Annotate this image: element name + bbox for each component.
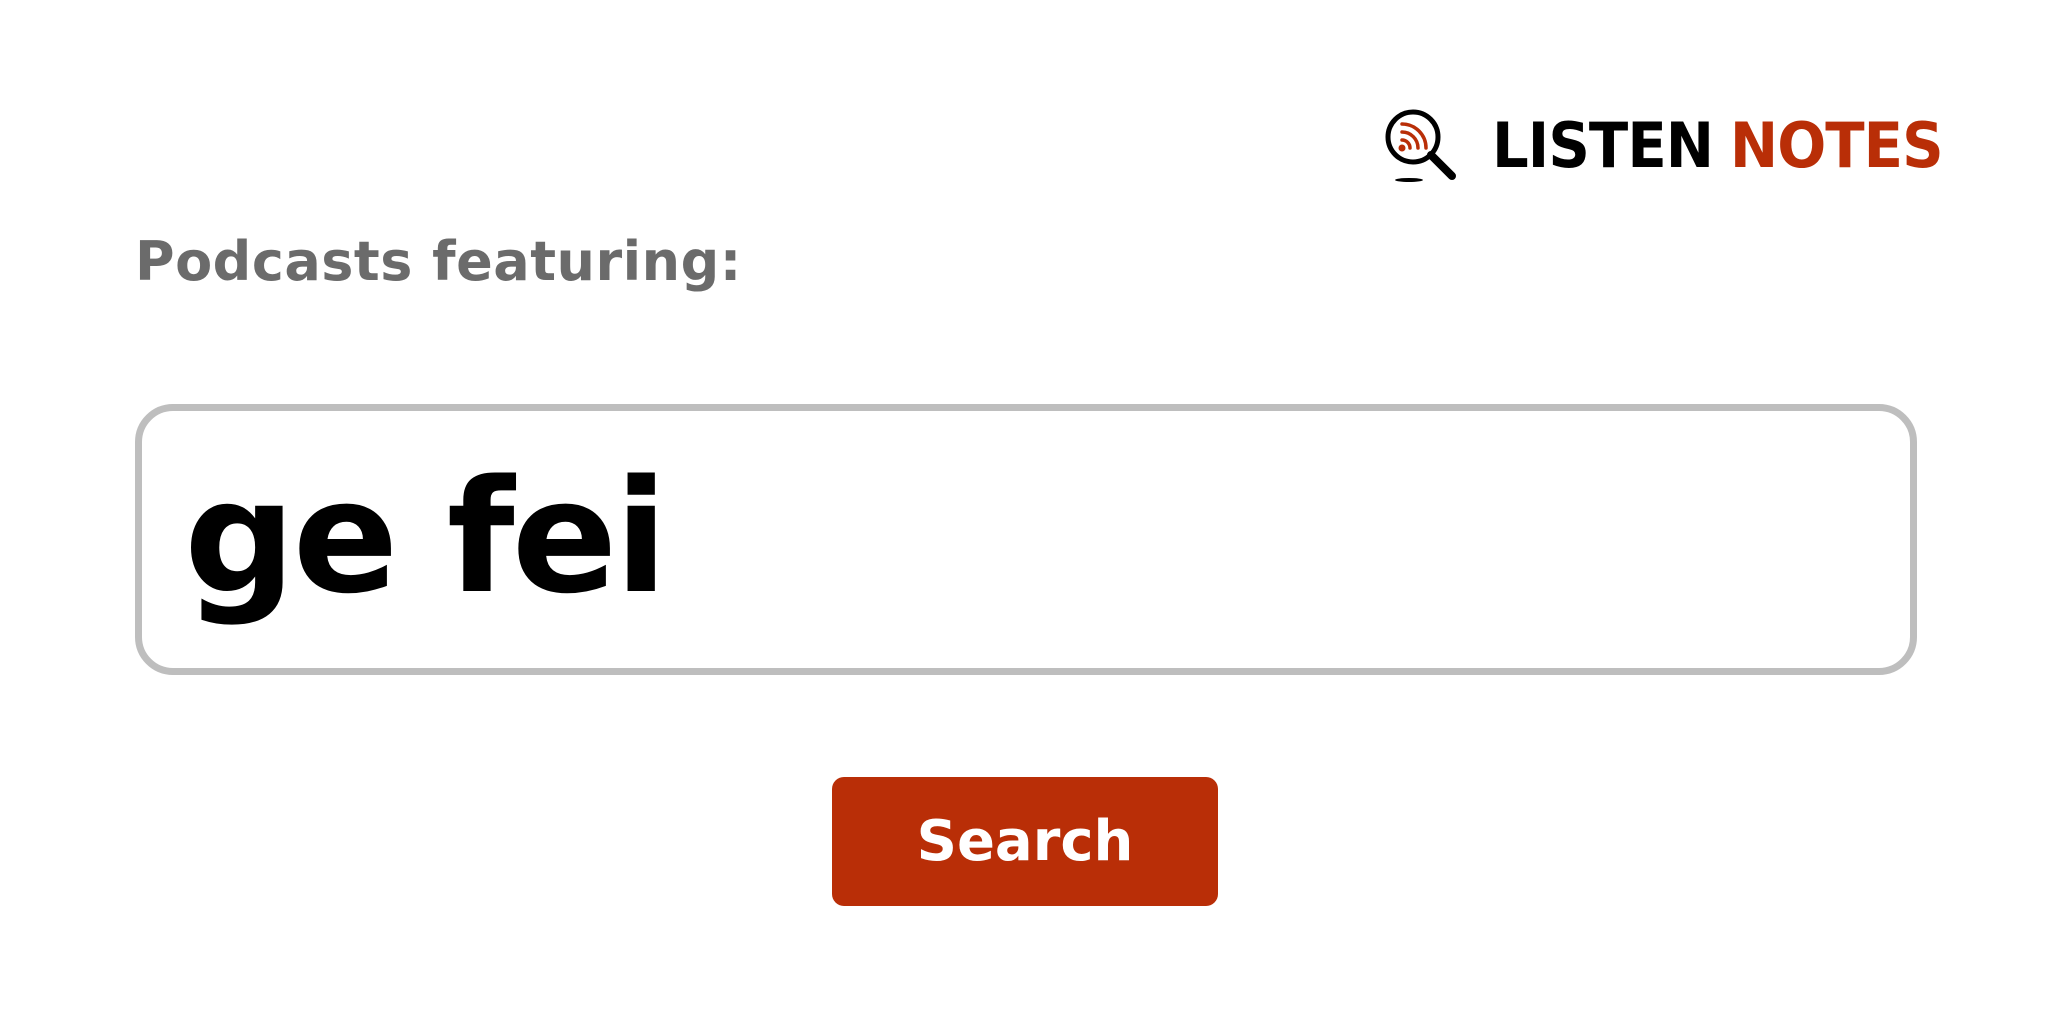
- listen-notes-logo[interactable]: LISTEN NOTES: [1380, 106, 1977, 186]
- search-button[interactable]: Search: [832, 777, 1218, 906]
- logo-word-notes: NOTES: [1729, 109, 1944, 182]
- magnifier-rss-icon: [1385, 109, 1456, 182]
- page: LISTEN NOTES Podcasts featuring: ge fei …: [0, 0, 2048, 1024]
- logo-word-listen: LISTEN: [1492, 109, 1714, 182]
- search-button-label: Search: [916, 808, 1134, 874]
- page-heading: Podcasts featuring:: [135, 230, 742, 293]
- search-input-value: ge fei: [184, 445, 668, 628]
- logo-wordmark: LISTEN NOTES: [1492, 109, 1944, 182]
- search-input[interactable]: ge fei: [135, 404, 1917, 675]
